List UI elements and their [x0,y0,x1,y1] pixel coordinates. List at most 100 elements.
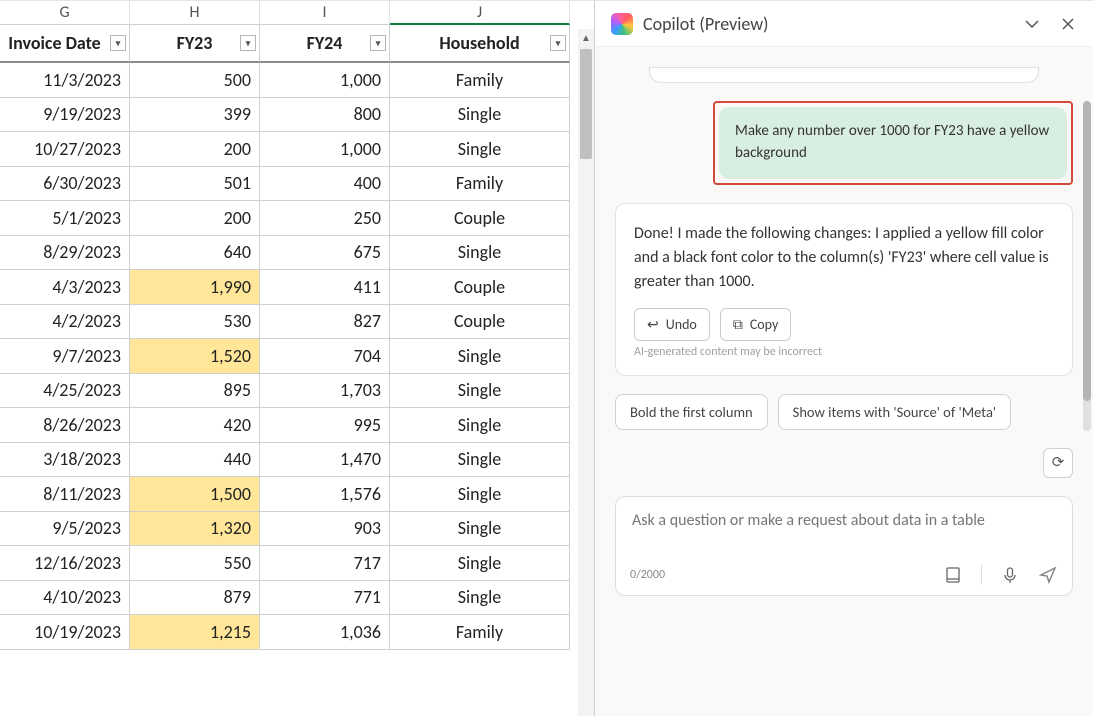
filter-dropdown-icon[interactable]: ▾ [550,35,566,51]
cell-fy24[interactable]: 1,703 [260,374,390,409]
scroll-up-icon[interactable]: ▲ [578,29,594,45]
header-fy24[interactable]: FY24▾ [260,25,390,63]
cell-invoice-date[interactable]: 11/3/2023 [0,63,130,98]
cell-household[interactable]: Couple [390,201,570,236]
prompt-input[interactable] [630,509,1058,555]
cell-invoice-date[interactable]: 12/16/2023 [0,546,130,581]
cell-invoice-date[interactable]: 8/26/2023 [0,408,130,443]
cell-fy24[interactable]: 771 [260,581,390,616]
table-row[interactable]: 8/11/20231,5001,576Single [0,477,594,512]
table-row[interactable]: 4/25/20238951,703Single [0,374,594,409]
cell-household[interactable]: Couple [390,270,570,305]
col-header-h[interactable]: H [130,1,260,25]
cell-household[interactable]: Single [390,443,570,478]
table-row[interactable]: 9/7/20231,520704Single [0,339,594,374]
col-header-i[interactable]: I [260,1,390,25]
table-row[interactable]: 6/30/2023501400Family [0,167,594,202]
cell-fy24[interactable]: 903 [260,512,390,547]
cell-invoice-date[interactable]: 8/11/2023 [0,477,130,512]
cell-household[interactable]: Single [390,581,570,616]
send-icon[interactable] [1038,565,1058,585]
pane-scrollbar[interactable] [1083,101,1091,431]
cell-invoice-date[interactable]: 8/29/2023 [0,236,130,271]
cell-household[interactable]: Single [390,339,570,374]
cell-fy24[interactable]: 1,000 [260,63,390,98]
table-row[interactable]: 9/5/20231,320903Single [0,512,594,547]
filter-dropdown-icon[interactable]: ▾ [110,35,126,51]
cell-invoice-date[interactable]: 9/7/2023 [0,339,130,374]
copy-button[interactable]: ⧉ Copy [720,308,791,341]
cell-fy23[interactable]: 420 [130,408,260,443]
cell-fy23[interactable]: 1,500 [130,477,260,512]
cell-household[interactable]: Single [390,374,570,409]
cell-household[interactable]: Single [390,408,570,443]
cell-fy24[interactable]: 995 [260,408,390,443]
cell-invoice-date[interactable]: 3/18/2023 [0,443,130,478]
cell-fy23[interactable]: 1,990 [130,270,260,305]
table-row[interactable]: 9/19/2023399800Single [0,98,594,133]
col-header-j[interactable]: J [390,1,570,25]
suggestion-show-source-meta[interactable]: Show items with 'Source' of 'Meta' [778,394,1011,430]
cell-household[interactable]: Single [390,132,570,167]
cell-invoice-date[interactable]: 4/2/2023 [0,305,130,340]
cell-household[interactable]: Single [390,477,570,512]
cell-household[interactable]: Couple [390,305,570,340]
table-row[interactable]: 12/16/2023550717Single [0,546,594,581]
cell-household[interactable]: Family [390,167,570,202]
cell-invoice-date[interactable]: 4/10/2023 [0,581,130,616]
cell-fy23[interactable]: 200 [130,132,260,167]
cell-household[interactable]: Single [390,546,570,581]
cell-household[interactable]: Single [390,98,570,133]
cell-fy23[interactable]: 399 [130,98,260,133]
filter-dropdown-icon[interactable]: ▾ [370,35,386,51]
cell-fy23[interactable]: 200 [130,201,260,236]
collapse-icon[interactable] [1023,15,1041,33]
cell-fy24[interactable]: 1,470 [260,443,390,478]
cell-fy23[interactable]: 895 [130,374,260,409]
close-icon[interactable] [1059,15,1077,33]
cell-fy24[interactable]: 704 [260,339,390,374]
cell-fy24[interactable]: 717 [260,546,390,581]
table-row[interactable]: 10/27/20232001,000Single [0,132,594,167]
cell-invoice-date[interactable]: 4/3/2023 [0,270,130,305]
table-row[interactable]: 4/2/2023530827Couple [0,305,594,340]
undo-button[interactable]: ↩ Undo [634,308,710,341]
vertical-scrollbar[interactable]: ▲ [578,29,594,716]
cell-fy23[interactable]: 1,520 [130,339,260,374]
cell-invoice-date[interactable]: 10/19/2023 [0,615,130,650]
cell-fy24[interactable]: 827 [260,305,390,340]
cell-fy23[interactable]: 1,320 [130,512,260,547]
cell-fy24[interactable]: 1,576 [260,477,390,512]
cell-fy24[interactable]: 675 [260,236,390,271]
cell-fy23[interactable]: 640 [130,236,260,271]
cell-invoice-date[interactable]: 5/1/2023 [0,201,130,236]
cell-household[interactable]: Family [390,615,570,650]
table-row[interactable]: 8/26/2023420995Single [0,408,594,443]
cell-fy23[interactable]: 879 [130,581,260,616]
table-row[interactable]: 4/10/2023879771Single [0,581,594,616]
table-row[interactable]: 10/19/20231,2151,036Family [0,615,594,650]
suggestion-bold-first-column[interactable]: Bold the first column [615,394,768,430]
cell-invoice-date[interactable]: 4/25/2023 [0,374,130,409]
cell-fy24[interactable]: 800 [260,98,390,133]
cell-fy24[interactable]: 400 [260,167,390,202]
header-fy23[interactable]: FY23▾ [130,25,260,63]
col-header-g[interactable]: G [0,1,130,25]
cell-fy23[interactable]: 440 [130,443,260,478]
cell-fy24[interactable]: 250 [260,201,390,236]
scrollbar-thumb[interactable] [580,49,592,159]
cell-invoice-date[interactable]: 9/5/2023 [0,512,130,547]
cell-fy23[interactable]: 1,215 [130,615,260,650]
cell-fy23[interactable]: 500 [130,63,260,98]
mic-icon[interactable] [1000,565,1020,585]
table-row[interactable]: 5/1/2023200250Couple [0,201,594,236]
table-row[interactable]: 8/29/2023640675Single [0,236,594,271]
cell-fy24[interactable]: 1,000 [260,132,390,167]
header-household[interactable]: Household▾ [390,25,570,63]
header-invoice-date[interactable]: Invoice Date▾ [0,25,130,63]
cell-fy23[interactable]: 550 [130,546,260,581]
book-icon[interactable] [943,565,963,585]
cell-invoice-date[interactable]: 9/19/2023 [0,98,130,133]
regenerate-button[interactable]: ⟳ [1043,448,1073,478]
cell-invoice-date[interactable]: 10/27/2023 [0,132,130,167]
